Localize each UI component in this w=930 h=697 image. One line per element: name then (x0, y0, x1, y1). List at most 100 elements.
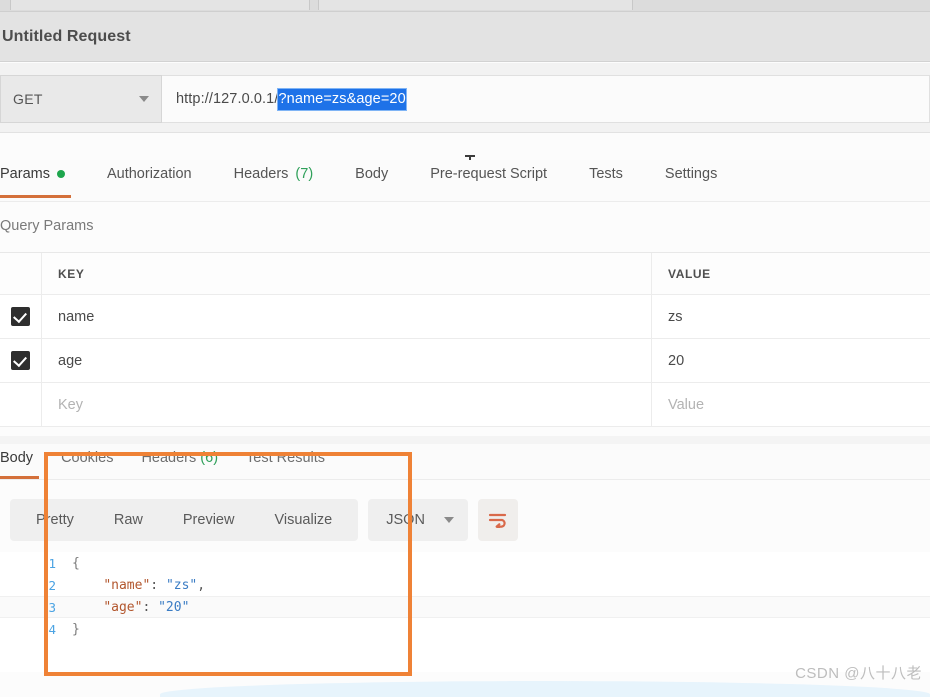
row-value-placeholder: Value (668, 396, 705, 413)
tab-chip-2[interactable] (318, 0, 633, 10)
table-row-empty[interactable]: Key Value (0, 383, 930, 427)
chevron-down-icon (139, 96, 149, 102)
response-tab-cookies[interactable]: Cookies (61, 444, 113, 479)
row-key-cell[interactable]: name (42, 295, 652, 338)
json-key: "name" (103, 577, 151, 593)
json-value: "20" (158, 599, 190, 615)
request-tabs: Params Authorization Headers (7) Body Pr… (0, 160, 930, 202)
http-method-select[interactable]: GET (0, 75, 162, 123)
tab-params[interactable]: Params (0, 160, 71, 198)
row-checkbox[interactable] (11, 307, 30, 326)
tab-body-label: Body (355, 166, 389, 182)
header-key-cell: KEY (42, 253, 652, 294)
response-format-toolbar: Pretty Raw Preview Visualize JSON (10, 499, 519, 541)
row-key-cell[interactable]: age (42, 339, 652, 382)
tab-settings-label: Settings (664, 166, 718, 182)
row-key-cell-empty[interactable]: Key (42, 383, 652, 426)
json-key: "age" (103, 599, 143, 615)
json-comma: , (197, 577, 206, 593)
response-tabs: Body Cookies Headers (6) Test Results (0, 444, 930, 480)
table-bottom-shade (0, 436, 930, 444)
tab-pre-request-script[interactable]: Pre-request Script (430, 160, 547, 198)
view-mode-preview[interactable]: Preview (163, 512, 255, 528)
response-body-code[interactable]: 1 { 2 "name": "zs", 3 "age": "20" 4 } (0, 552, 930, 672)
tab-tests[interactable]: Tests (589, 160, 623, 198)
url-row-divider (0, 132, 930, 133)
code-text: "name": "zs", (72, 578, 205, 593)
response-tab-test-results[interactable]: Test Results (246, 444, 325, 479)
tab-chip-1[interactable] (10, 0, 310, 10)
tab-headers-label: Headers (233, 166, 289, 182)
json-colon: : (150, 577, 166, 593)
request-tabs-underline (0, 201, 930, 202)
table-header-row: KEY VALUE (0, 253, 930, 295)
code-text: { (72, 555, 80, 571)
view-mode-group: Pretty Raw Preview Visualize (10, 499, 359, 541)
view-mode-raw[interactable]: Raw (94, 512, 163, 528)
tab-pre-request-script-label: Pre-request Script (430, 166, 548, 182)
url-selected-text: ?name=zs&age=20 (278, 89, 406, 110)
json-colon: : (142, 599, 159, 615)
response-tab-body-label: Body (0, 450, 34, 466)
row-key-text: name (58, 308, 95, 325)
line-number: 4 (48, 621, 56, 637)
line-number: 1 (48, 555, 56, 571)
json-value: "zs" (165, 577, 198, 593)
response-tab-headers-label: Headers (141, 450, 197, 466)
row-checkbox-cell[interactable] (0, 295, 42, 338)
tab-headers-count: (7) (295, 166, 314, 182)
row-value-cell-empty[interactable]: Value (652, 383, 930, 426)
response-language-select[interactable]: JSON (368, 499, 469, 541)
url-base-text: http://127.0.0.1/ (176, 91, 279, 107)
column-header-key: KEY (58, 266, 85, 281)
tab-headers[interactable]: Headers (7) (234, 160, 314, 198)
response-tab-headers[interactable]: Headers (6) (141, 444, 218, 479)
tab-authorization[interactable]: Authorization (107, 160, 192, 198)
row-checkbox-cell-empty[interactable] (0, 383, 42, 426)
query-params-label: Query Params (0, 218, 94, 234)
unsaved-dot-icon (56, 170, 65, 178)
view-mode-visualize[interactable]: Visualize (254, 512, 352, 528)
row-value-text: 20 (668, 352, 685, 369)
row-checkbox-cell[interactable] (0, 339, 42, 382)
tab-body[interactable]: Body (355, 160, 388, 198)
response-tab-cookies-label: Cookies (61, 450, 114, 466)
request-title-bar: Untitled Request (0, 12, 930, 62)
tab-authorization-label: Authorization (106, 166, 192, 182)
row-value-cell[interactable]: 20 (652, 339, 930, 382)
query-params-table: KEY VALUE name zs age 20 Key Value (0, 252, 930, 427)
response-tab-headers-count: (6) (200, 450, 219, 466)
table-row[interactable]: name zs (0, 295, 930, 339)
title-divider (0, 61, 930, 62)
code-line: 2 "name": "zs", (0, 574, 930, 596)
tab-tests-label: Tests (589, 166, 623, 182)
row-checkbox[interactable] (11, 351, 30, 370)
table-row[interactable]: age 20 (0, 339, 930, 383)
response-tab-body[interactable]: Body (0, 444, 40, 479)
response-tab-test-results-label: Test Results (246, 450, 326, 466)
url-input[interactable]: http://127.0.0.1/?name=zs&age=20 (162, 75, 930, 123)
code-text: } (72, 621, 80, 637)
row-value-text: zs (668, 308, 683, 325)
url-row: GET http://127.0.0.1/?name=zs&age=20 (0, 63, 930, 179)
line-number: 3 (48, 599, 56, 615)
code-line: 3 "age": "20" (0, 596, 930, 618)
view-mode-pretty[interactable]: Pretty (16, 512, 94, 528)
browser-tab-strip (0, 0, 930, 12)
wrap-text-button[interactable] (478, 499, 519, 541)
response-tabs-underline (0, 479, 930, 480)
http-method-label: GET (13, 91, 43, 107)
postman-request-window: Untitled Request GET http://127.0.0.1/?n… (0, 0, 930, 697)
page-title: Untitled Request (2, 28, 131, 45)
row-value-cell[interactable]: zs (652, 295, 930, 338)
row-key-text: age (58, 352, 83, 369)
code-text: "age": "20" (72, 600, 189, 615)
header-value-cell: VALUE (652, 253, 930, 294)
code-line: 4 } (0, 618, 930, 640)
row-key-placeholder: Key (58, 396, 83, 413)
line-number: 2 (48, 577, 56, 593)
code-line: 1 { (0, 552, 930, 574)
wrap-text-icon (489, 513, 507, 528)
response-language-label: JSON (386, 512, 425, 528)
tab-settings[interactable]: Settings (665, 160, 717, 198)
